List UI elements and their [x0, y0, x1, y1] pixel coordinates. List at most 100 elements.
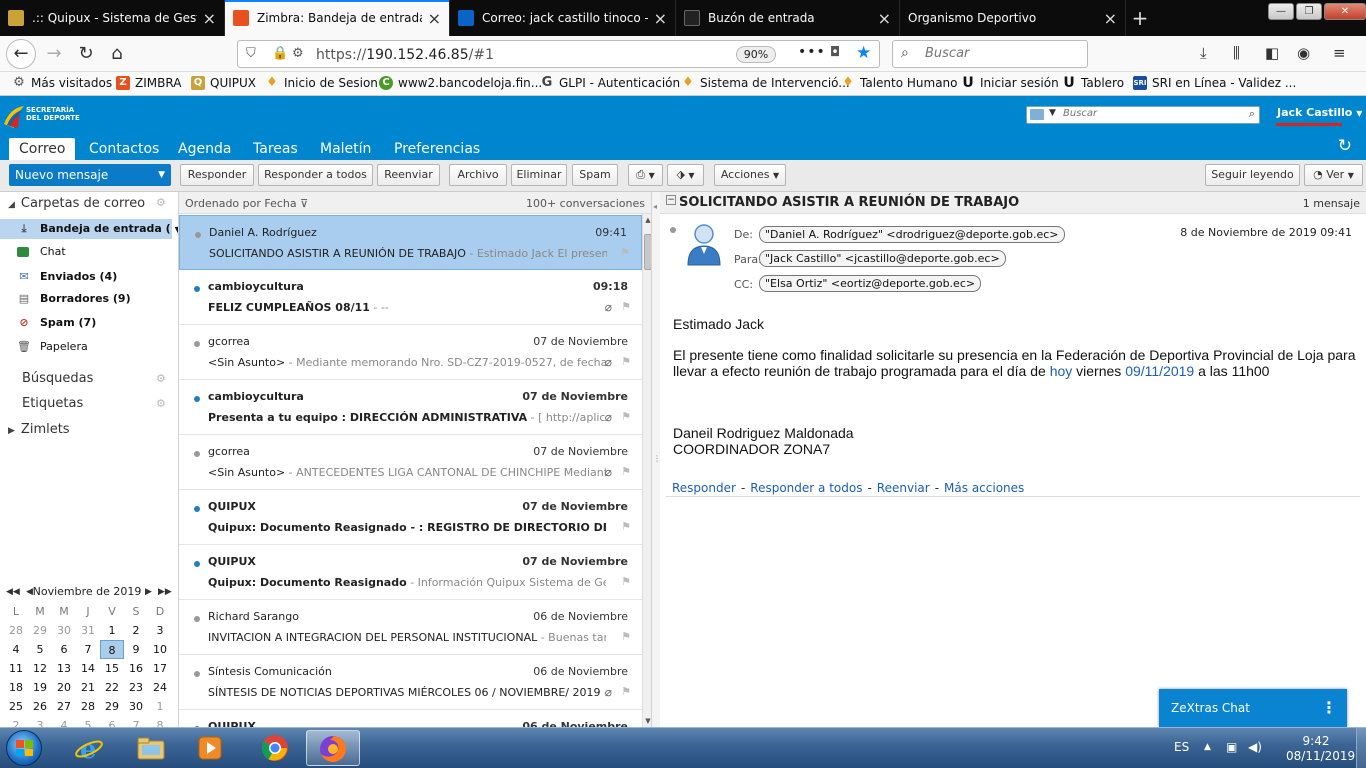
calendar-day[interactable]: 9 [124, 640, 148, 659]
read-status-icon[interactable] [194, 671, 200, 677]
browser-search-input[interactable] [925, 46, 1075, 61]
browser-tab-inbox[interactable]: Buzón de entrada × [676, 0, 900, 36]
browser-tab-outlook[interactable]: Correo: jack castillo tinoco - O × [450, 0, 676, 36]
gear-icon[interactable]: ⚙ [156, 196, 166, 209]
gear-icon[interactable]: ⚙ [156, 397, 166, 410]
message-row[interactable]: gcorrea 07 de Noviembre <Sin Asunto> - ANT… [179, 435, 642, 490]
more-options-icon[interactable]: ⋮ [1321, 689, 1337, 727]
chevron-down-icon[interactable]: ▼ [158, 164, 165, 186]
flag-icon[interactable]: ⚑ [621, 520, 631, 533]
calendar-day[interactable]: 6 [52, 640, 76, 659]
url-text[interactable]: https://190.152.46.85/#1 [316, 47, 494, 63]
browser-tab-organismo[interactable]: Organismo Deportivo × [900, 0, 1126, 36]
read-status-icon[interactable] [194, 396, 200, 402]
calendar-day[interactable]: 25 [4, 697, 28, 716]
reply-all-link[interactable]: Responder a todos [750, 481, 862, 495]
calendar-day[interactable]: 24 [148, 678, 172, 697]
search-icon[interactable]: ⌕ [1249, 107, 1255, 121]
show-hidden-icons-icon[interactable]: ▲ [1204, 742, 1211, 752]
chevron-down-icon[interactable]: ▼ [1049, 108, 1056, 118]
tab-contactos[interactable]: Contactos [79, 138, 169, 160]
flag-icon[interactable]: ⚑ [621, 575, 631, 588]
sort-control[interactable]: Ordenado por Fecha ⊽ [185, 197, 308, 210]
zimlets-header[interactable]: ▶ Zimlets [8, 422, 70, 437]
library-icon[interactable]: ⫼ [1233, 44, 1240, 62]
bookmark-item[interactable]: Cwww2.bancodeloja.fin... [379, 76, 542, 90]
reply-link[interactable]: Responder [672, 481, 736, 495]
read-status-icon[interactable] [195, 232, 201, 238]
ie-icon[interactable]: e [62, 730, 116, 766]
calendar-day[interactable]: 27 [52, 697, 76, 716]
forward-button[interactable]: Reenviar [377, 164, 440, 186]
calendar-day[interactable]: 5 [28, 640, 52, 659]
reload-button[interactable]: ↻ [72, 40, 100, 68]
back-button[interactable]: ← [6, 39, 36, 69]
page-actions-icon[interactable]: ••• [798, 44, 826, 60]
read-status-icon[interactable] [194, 561, 200, 567]
calendar-day[interactable]: 16 [124, 659, 148, 678]
show-desktop-button[interactable] [1356, 728, 1366, 768]
tab-close-icon[interactable]: × [203, 9, 216, 28]
tab-correo[interactable]: Correo [9, 138, 76, 160]
message-row[interactable]: QUIPUX 07 de Noviembre Quipux: Documento R… [179, 490, 642, 545]
minimize-button[interactable]: — [1268, 3, 1294, 20]
read-status-icon[interactable] [670, 227, 676, 233]
refresh-icon[interactable]: ↻ [1338, 136, 1352, 156]
zoom-indicator[interactable]: 90% [736, 46, 776, 63]
tab-close-icon[interactable]: × [878, 9, 891, 28]
tag-button[interactable]: ⬗ ▼ [667, 164, 704, 186]
calendar-day[interactable]: 13 [52, 659, 76, 678]
network-icon[interactable]: ▣ [1226, 740, 1237, 754]
searches-header[interactable]: Búsquedas [22, 371, 93, 386]
bookmark-item[interactable]: G GLPI - Autenticación [540, 76, 680, 91]
folder-drafts[interactable]: ▤ Borradores (9) [0, 289, 172, 309]
calendar-day[interactable]: 17 [148, 659, 172, 678]
scroll-up-icon[interactable]: ▲ [643, 216, 651, 224]
folder-spam[interactable]: ⊘ Spam (7) [0, 313, 172, 333]
bookmark-item[interactable]: U Iniciar sesión [961, 76, 1058, 90]
to-address[interactable]: "Jack Castillo" <jcastillo@deporte.gob.e… [759, 250, 1006, 267]
maximize-button[interactable]: ❐ [1296, 3, 1322, 20]
calendar-day[interactable]: 11 [4, 659, 28, 678]
tab-close-icon[interactable]: × [428, 9, 441, 28]
date-link[interactable]: 09/11/2019 [1125, 363, 1194, 379]
more-actions-link[interactable]: Más acciones [944, 481, 1024, 495]
calendar-day[interactable]: 19 [28, 678, 52, 697]
account-icon[interactable]: ◉ [1297, 44, 1310, 62]
calendar-day[interactable]: 23 [124, 678, 148, 697]
flag-icon[interactable]: ⚑ [621, 685, 631, 698]
continue-reading-button[interactable]: Seguir leyendo [1205, 164, 1300, 186]
flag-icon[interactable]: ⚑ [621, 630, 631, 643]
bookmark-item[interactable]: U Tablero [1062, 76, 1124, 90]
flag-icon[interactable]: ⚑ [621, 355, 631, 368]
read-status-icon[interactable] [194, 506, 200, 512]
flag-icon[interactable]: ⚑ [621, 465, 631, 478]
calendar-day[interactable]: 2 [124, 621, 148, 640]
browser-tab-quipux[interactable]: .:: Quipux - Sistema de Gestión × [0, 0, 225, 36]
delete-button[interactable]: Eliminar [511, 164, 567, 186]
calendar-day[interactable]: 3 [148, 621, 172, 640]
message-list-scrollbar[interactable]: ▲ ▼ [642, 214, 651, 727]
prev-year-icon[interactable]: ◀◀ [6, 584, 20, 600]
read-status-icon[interactable] [194, 341, 200, 347]
tab-close-icon[interactable]: × [1104, 9, 1117, 28]
message-row[interactable]: QUIPUX 07 de Noviembre Quipux: Documento R… [179, 545, 642, 600]
tab-tareas[interactable]: Tareas [243, 138, 308, 160]
tab-close-icon[interactable]: × [654, 9, 667, 28]
calendar-day[interactable]: 1 [148, 697, 172, 716]
view-button[interactable]: ◔ Ver ▼ [1304, 164, 1363, 186]
mail-search-type-icon[interactable] [1030, 109, 1044, 120]
calendar-day[interactable]: 30 [124, 697, 148, 716]
tab-preferencias[interactable]: Preferencias [384, 138, 490, 160]
message-row[interactable]: QUIPUX06 de Noviembre⚑ [179, 710, 642, 727]
forward-button[interactable]: → [40, 40, 68, 68]
zimbra-search-input[interactable] [1063, 108, 1233, 119]
flag-icon[interactable]: ⚑ [621, 300, 631, 313]
message-row[interactable]: gcorrea 07 de Noviembre <Sin Asunto> - Med… [179, 325, 642, 380]
prev-month-icon[interactable]: ◀ [26, 584, 33, 600]
media-player-icon[interactable] [183, 730, 237, 766]
folder-chat[interactable]: Chat [0, 242, 172, 262]
firefox-icon[interactable] [306, 730, 360, 766]
cc-address[interactable]: "Elsa Ortiz" <eortiz@deporte.gob.ec> [759, 275, 982, 292]
calendar-day[interactable]: 28 [4, 621, 28, 640]
